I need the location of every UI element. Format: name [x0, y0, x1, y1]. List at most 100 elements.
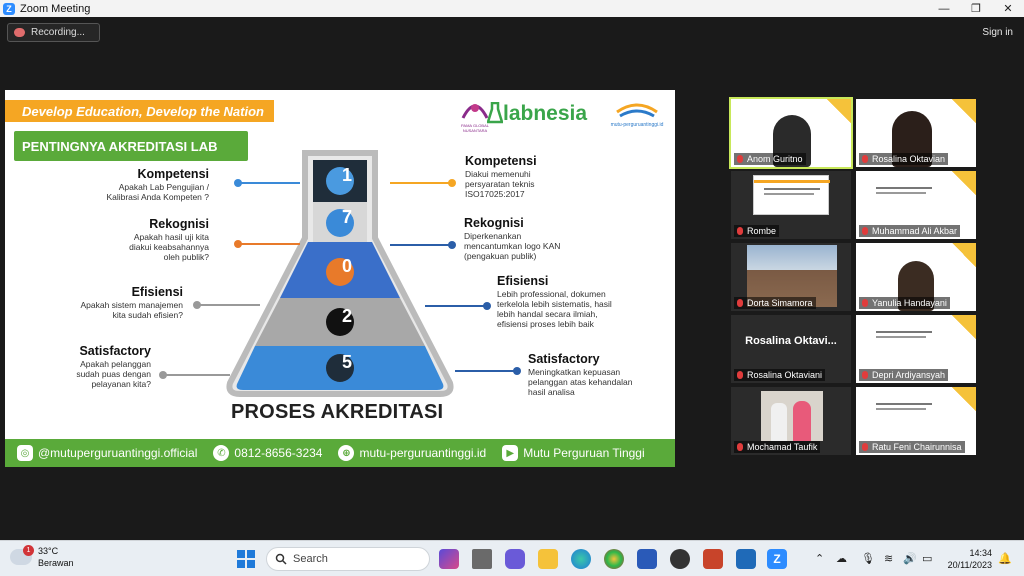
window-title: Zoom Meeting: [20, 2, 91, 15]
windows-taskbar: 1 33°C Berawan Search Z ⌃ ☁ 🎙 ≋ 🔊 ▭ 14:34…: [0, 540, 1024, 576]
participant-name: Rombe: [734, 225, 780, 237]
chrome-icon[interactable]: [604, 549, 624, 569]
task-view-icon[interactable]: [472, 549, 492, 569]
participant-video: [866, 319, 942, 359]
wifi-icon[interactable]: ≋: [884, 552, 893, 565]
participant-video: [753, 175, 830, 215]
maximize-button[interactable]: ❐: [960, 0, 992, 17]
left-text-3: Apakah sistem manajemen kita sudah efisie…: [80, 300, 183, 320]
participant-name: Ratu Feni Chairunnisa: [859, 441, 965, 453]
weather-widget[interactable]: 1 33°C Berawan: [10, 545, 74, 569]
mic-muted-icon: [862, 299, 868, 307]
participant-tile[interactable]: Ratu Feni Chairunnisa: [856, 387, 976, 455]
mic-muted-icon: [737, 443, 743, 451]
participant-tile[interactable]: Yanulia Handayani: [856, 243, 976, 311]
slide-footer: ◎ @mutuperguruantinggi.official ✆ 0812-865…: [5, 439, 675, 467]
mic-muted-icon: [862, 155, 868, 163]
participant-tile[interactable]: Mochamad Taufik: [731, 387, 851, 455]
powerpoint-icon[interactable]: [703, 549, 723, 569]
footer-phone: ✆ 0812-8656-3234: [213, 445, 322, 461]
cloud-record-icon: [14, 28, 25, 37]
participant-name: Dorta Simamora: [734, 297, 816, 309]
proses-akreditasi-title: PROSES AKREDITASI: [231, 401, 444, 423]
zoom-taskbar-icon[interactable]: Z: [767, 549, 787, 569]
clock-date: 20/11/2023: [947, 560, 992, 570]
taskbar-search[interactable]: Search: [266, 547, 430, 571]
youtube-icon: ▶: [502, 445, 519, 461]
participant-tile[interactable]: Rosalina Oktavi... Rosalina Oktaviani: [731, 315, 851, 383]
participant-name: Yanulia Handayani: [859, 297, 950, 309]
mic-muted-icon: [737, 371, 743, 379]
edge-icon[interactable]: [571, 549, 591, 569]
left-title-3: Efisiensi: [131, 285, 183, 299]
globe-icon: ⊕: [338, 445, 355, 461]
participant-name: Rosalina Oktavian: [859, 153, 949, 165]
volume-icon[interactable]: 🔊: [903, 552, 917, 565]
mic-muted-icon: [737, 299, 743, 307]
recording-label: Recording...: [31, 27, 85, 38]
right-text-3: Lebih professional, dokumen terkelola leb…: [497, 289, 612, 329]
right-title-4: Satisfactory: [528, 352, 600, 366]
participant-tile[interactable]: Rombe: [731, 171, 851, 239]
participant-video: [761, 391, 823, 441]
mic-muted-icon: [862, 371, 868, 379]
shared-screen-slide: Develop Education, Develop the Nation PE…: [5, 90, 675, 467]
teams-chat-icon[interactable]: [505, 549, 525, 569]
taskbar-clock[interactable]: 14:34 20/11/2023: [948, 547, 992, 571]
instagram-icon: ◎: [17, 445, 33, 461]
weather-badge: 1: [23, 545, 34, 556]
footer-youtube: ▶ Mutu Perguruan Tinggi: [502, 445, 645, 461]
right-text-1: Diakui memenuhi persyaratan teknis ISO1702…: [465, 169, 535, 199]
weather-temp: 33°C: [38, 546, 59, 556]
file-explorer-icon[interactable]: [538, 549, 558, 569]
participant-name: Muhammad Ali Akbar: [859, 225, 961, 237]
left-title-1: Kompetensi: [137, 167, 209, 181]
zoom-logo-icon: Z: [3, 2, 15, 15]
mic-muted-icon: [862, 227, 868, 235]
left-title-2: Rekognisi: [149, 217, 209, 231]
copilot-icon[interactable]: [439, 549, 459, 569]
participant-name: Mochamad Taufik: [734, 441, 821, 453]
right-title-3: Efisiensi: [497, 274, 549, 288]
participant-name: Anom Guritno: [734, 153, 806, 165]
left-text-4: Apakah pelanggan sudah puas dengan pelayan…: [76, 359, 151, 389]
whatsapp-icon: ✆: [213, 445, 230, 461]
minimize-button[interactable]: —: [928, 0, 960, 17]
weather-desc: Berawan: [38, 558, 74, 568]
left-title-4: Satisfactory: [79, 344, 151, 358]
left-text-2: Apakah hasil uji kita diakui keabsahannya…: [129, 232, 209, 262]
search-icon: [275, 553, 287, 565]
tray-chevron-icon[interactable]: ⌃: [815, 552, 824, 565]
mic-muted-icon: [737, 227, 743, 235]
participant-tile[interactable]: Rosalina Oktavian: [856, 99, 976, 167]
notification-bell-icon[interactable]: 🔔: [998, 552, 1012, 565]
battery-icon[interactable]: ▭: [922, 552, 932, 565]
mic-muted-icon: [737, 155, 743, 163]
start-button[interactable]: [237, 550, 255, 568]
right-text-2: Diperkenankan mencantumkan logo KAN (penga…: [464, 231, 561, 261]
participant-video: [866, 391, 942, 431]
participant-tile[interactable]: Dorta Simamora: [731, 243, 851, 311]
cloud-icon: 1: [10, 545, 34, 565]
media-player-icon[interactable]: [670, 549, 690, 569]
clock-time: 14:34: [969, 548, 992, 558]
recording-indicator[interactable]: Recording...: [7, 23, 100, 42]
participant-name: Rosalina Oktaviani: [734, 369, 826, 381]
right-title-1: Kompetensi: [465, 154, 537, 168]
cloud-sync-icon[interactable]: ☁: [836, 552, 847, 565]
sign-in-link[interactable]: Sign in: [982, 27, 1013, 38]
participant-tile[interactable]: Depri Ardiyansyah: [856, 315, 976, 383]
participant-tile[interactable]: Anom Guritno: [729, 97, 853, 169]
notepad-icon[interactable]: [736, 549, 756, 569]
store-icon[interactable]: [637, 549, 657, 569]
close-button[interactable]: ✕: [992, 0, 1024, 17]
mic-muted-icon: [862, 443, 868, 451]
meeting-topbar: Recording... Sign in: [0, 17, 1024, 51]
left-text-1: Apakah Lab Pengujian / Kalibrasi Anda Kom…: [106, 182, 209, 202]
footer-website: ⊕ mutu-perguruantinggi.id: [338, 445, 486, 461]
participant-tile[interactable]: Muhammad Ali Akbar: [856, 171, 976, 239]
microphone-icon[interactable]: 🎙: [861, 552, 875, 565]
participant-video: [866, 175, 942, 215]
participant-display-name: Rosalina Oktavi...: [745, 335, 837, 347]
search-placeholder: Search: [293, 553, 328, 565]
